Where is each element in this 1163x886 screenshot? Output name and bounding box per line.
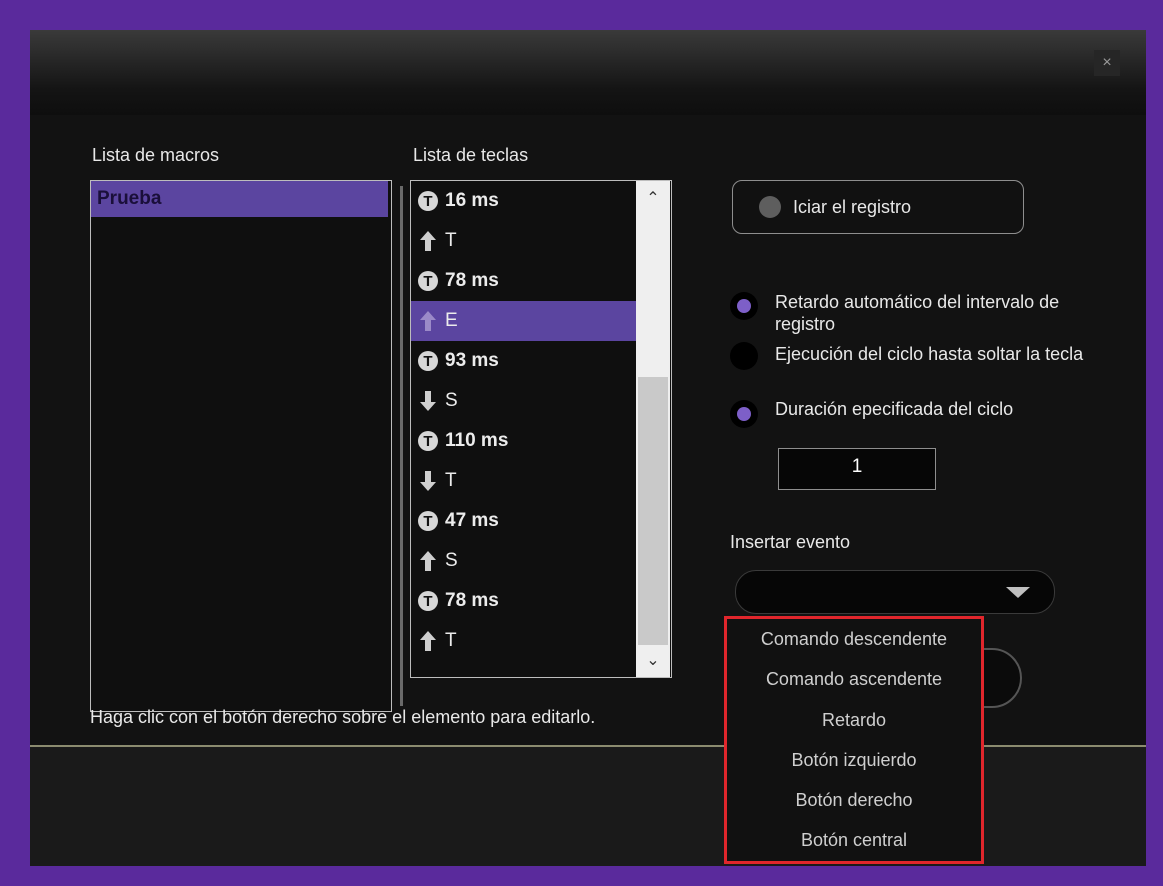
key-event-label: T (445, 630, 457, 651)
key-event-row[interactable]: T 110 ms (411, 421, 637, 461)
radio-loop-until-release[interactable] (730, 342, 758, 370)
record-icon (759, 196, 781, 218)
key-event-row[interactable]: T (411, 221, 637, 261)
insert-event-option[interactable]: Retardo (727, 700, 981, 740)
key-list[interactable]: T 16 ms T T 78 ms E T 93 ms S T 110 ms T T 47 ms S T 78 … (410, 180, 672, 678)
start-recording-button[interactable]: Iciar el registro (732, 180, 1024, 234)
insert-event-option[interactable]: Comando descendente (727, 619, 981, 659)
radio-auto-delay[interactable] (730, 292, 758, 320)
arrow-up-icon (417, 310, 439, 332)
arrow-down-icon (417, 470, 439, 492)
key-event-label: S (445, 390, 458, 411)
key-event-row[interactable]: T 16 ms (411, 181, 637, 221)
insert-event-menu: Comando descendente Comando ascendente Ret… (724, 616, 984, 864)
auto-delay-line2: registro (775, 314, 836, 334)
key-event-label: 16 ms (445, 190, 499, 211)
specified-duration-label: Duración epecificada del ciclo (775, 399, 1014, 419)
splitter-line[interactable] (400, 186, 403, 706)
duration-field[interactable]: 1 (778, 448, 936, 490)
key-list-heading: Lista de teclas (413, 145, 529, 165)
insert-event-dropdown[interactable] (735, 570, 1055, 614)
timer-icon: T (417, 190, 439, 212)
insert-event-option[interactable]: Comando ascendente (727, 659, 981, 699)
insert-event-label: Insertar evento (730, 532, 851, 552)
macro-item[interactable]: Prueba (91, 181, 388, 217)
key-event-label: 78 ms (445, 590, 499, 611)
key-event-label: 47 ms (445, 510, 499, 531)
timer-icon: T (417, 590, 439, 612)
arrow-up-icon (417, 230, 439, 252)
chevron-down-icon (1006, 587, 1030, 598)
key-event-row[interactable]: S (411, 381, 637, 421)
key-event-row[interactable]: E (411, 301, 637, 341)
key-event-row[interactable]: T (411, 621, 637, 661)
key-event-label: S (445, 550, 458, 571)
key-list-scrollbar[interactable]: ⌃ ⌄ (636, 181, 670, 677)
arrow-up-icon (417, 630, 439, 652)
arrow-down-icon (417, 390, 439, 412)
scroll-down-icon[interactable]: ⌄ (636, 645, 670, 675)
auto-delay-line1: Retardo automático del intervalo de (775, 292, 1060, 312)
key-event-label: 78 ms (445, 270, 499, 291)
key-event-row[interactable]: S (411, 541, 637, 581)
macro-list-heading: Lista de macros (92, 145, 220, 165)
radio-specified-duration[interactable] (730, 400, 758, 428)
timer-icon: T (417, 270, 439, 292)
hint-text: Haga clic con el botón derecho sobre el … (90, 707, 596, 727)
close-button[interactable]: × (1094, 50, 1120, 76)
key-event-row[interactable]: T 78 ms (411, 581, 637, 621)
key-event-label: T (445, 230, 457, 251)
title-bar: × (30, 30, 1146, 115)
key-event-label: T (445, 470, 457, 491)
insert-event-option[interactable]: Botón central (727, 820, 981, 860)
key-event-row[interactable]: T 78 ms (411, 261, 637, 301)
auto-delay-label: Retardo automático del intervalo de regi… (775, 291, 1059, 335)
key-event-label: E (445, 310, 458, 331)
key-event-label: 93 ms (445, 350, 499, 371)
scroll-thumb[interactable] (638, 377, 668, 645)
timer-icon: T (417, 430, 439, 452)
key-event-row[interactable]: T (411, 461, 637, 501)
key-event-row[interactable]: T 47 ms (411, 501, 637, 541)
loop-until-release-label: Ejecución del ciclo hasta soltar la tecl… (775, 344, 1084, 364)
macro-list[interactable]: Prueba (90, 180, 392, 712)
arrow-up-icon (417, 550, 439, 572)
insert-event-option[interactable]: Botón izquierdo (727, 740, 981, 780)
close-icon: × (1102, 54, 1112, 71)
record-label: Iciar el registro (793, 196, 912, 217)
key-event-label: 110 ms (445, 430, 509, 451)
insert-event-option[interactable]: Botón derecho (727, 780, 981, 820)
scroll-up-icon[interactable]: ⌃ (636, 183, 670, 213)
key-event-row[interactable]: T 93 ms (411, 341, 637, 381)
timer-icon: T (417, 510, 439, 532)
timer-icon: T (417, 350, 439, 372)
